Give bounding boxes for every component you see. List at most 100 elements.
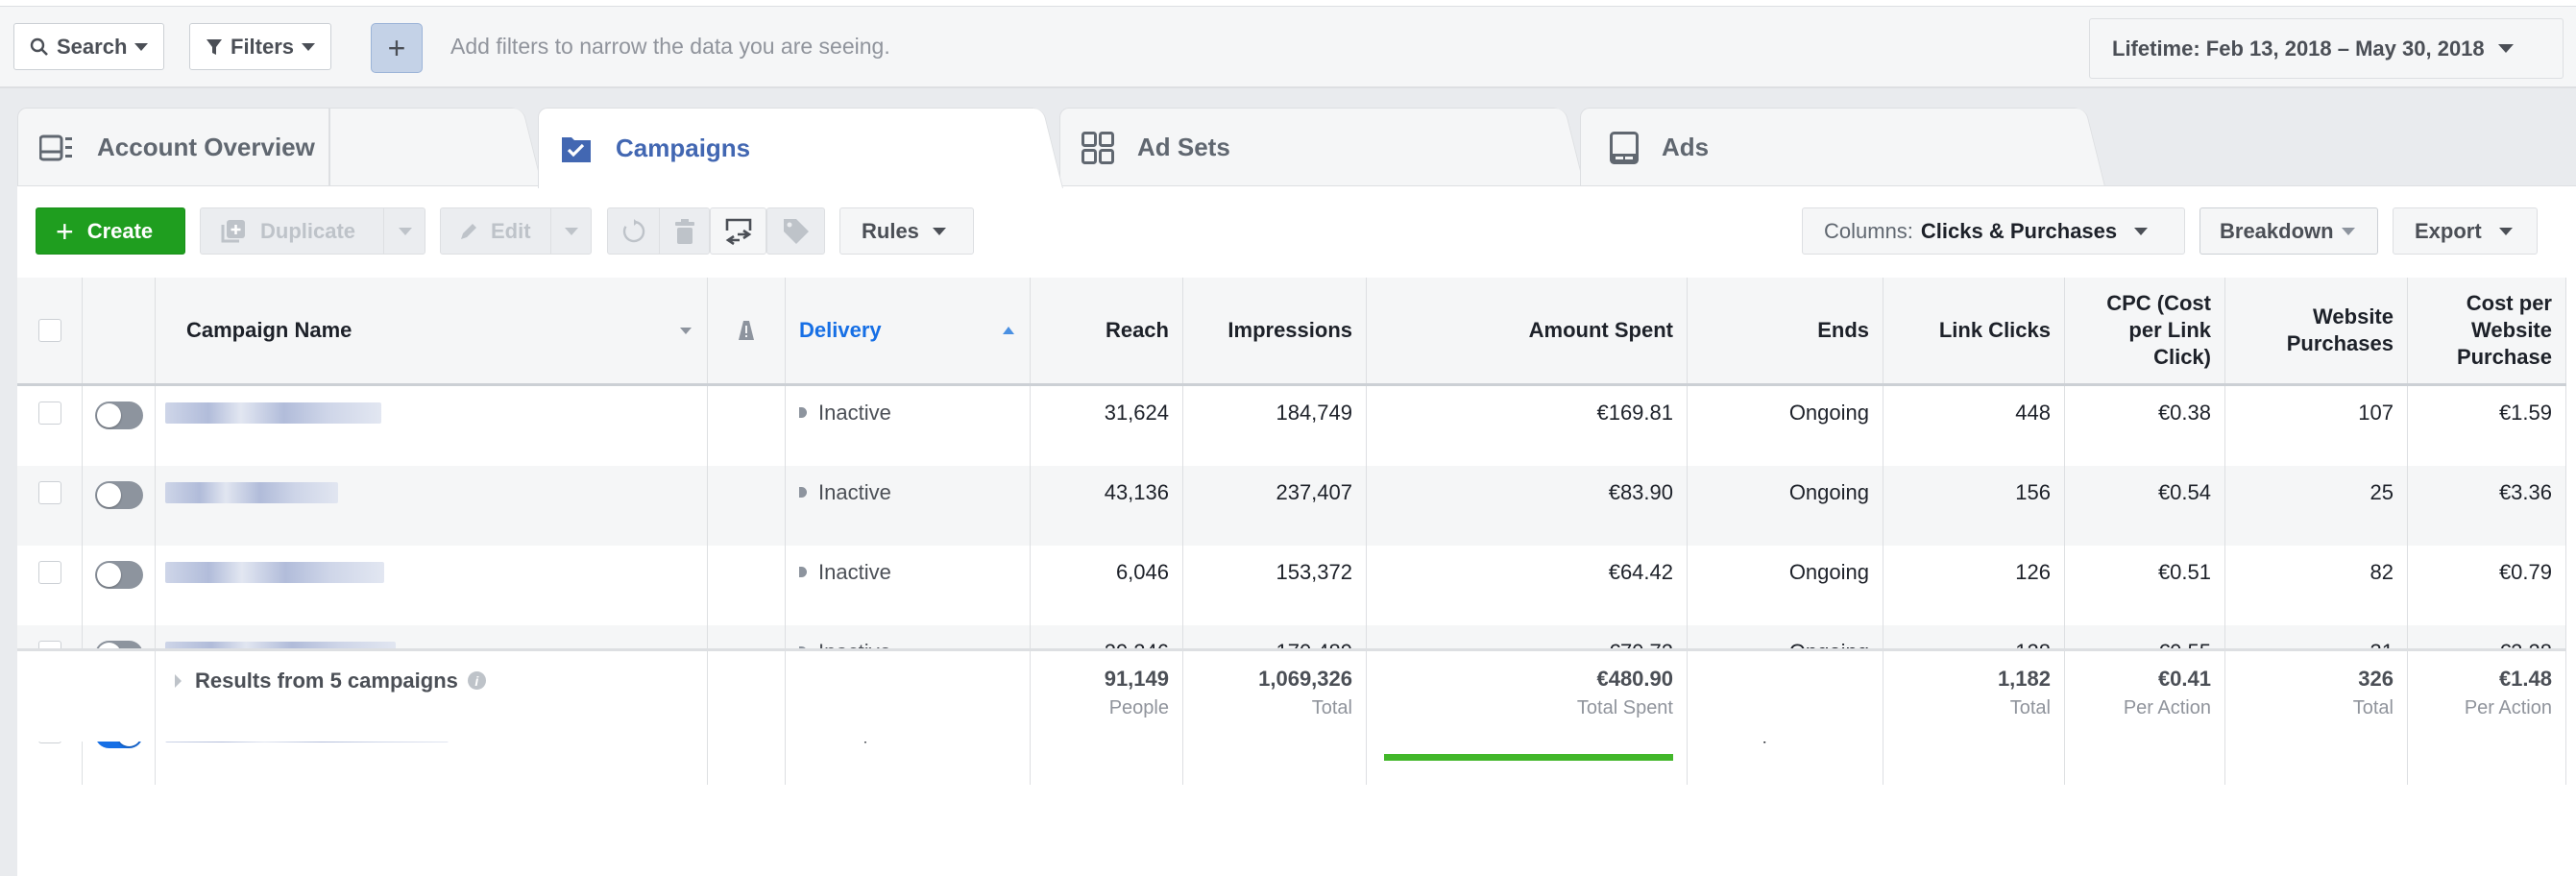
table-row[interactable]: Inactive 43,136 237,407 €83.90 Ongoing 156 €0.… [17,466,2566,546]
row-toggle-cell [83,466,156,546]
summary-reach: 91,149 People [1031,651,1183,742]
link-clicks-cell: 448 [1883,386,2065,466]
create-button[interactable]: + Create [36,207,185,255]
summary-cost-per-purchase: €1.48 Per Action [2408,651,2566,742]
campaign-name-redacted[interactable] [165,482,338,503]
campaign-name-redacted[interactable] [165,402,381,424]
columns-dropdown-button[interactable]: Columns: Clicks & Purchases [1802,207,2185,255]
duplicate-icon [221,219,245,242]
campaign-toggle[interactable] [94,561,143,589]
link-clicks-cell: 126 [1883,546,2065,625]
header-select-cell [17,278,83,383]
ends-cell: Ongoing [1688,386,1883,466]
header-cost-per-purchase[interactable]: Cost per Website Purchase [2408,278,2566,383]
chevron-down-icon[interactable] [680,327,692,334]
header-impressions[interactable]: Impressions [1183,278,1367,383]
export-label: Export [2415,218,2482,243]
summary-impressions: 1,069,326 Total [1183,651,1367,742]
header-campaign-name[interactable]: Campaign Name [156,278,708,383]
header-amount-spent[interactable]: Amount Spent [1367,278,1688,383]
delivery-status: Inactive [818,401,891,425]
header-label: Link Clicks [1938,318,2051,342]
header-label: Reach [1105,318,1169,342]
date-range-picker[interactable]: Lifetime: Feb 13, 2018 – May 30, 2018 [2089,18,2564,79]
search-icon [30,37,48,56]
rules-dropdown-button[interactable]: Rules [839,207,974,255]
purchases-cell: 107 [2225,386,2408,466]
table-row[interactable]: Inactive 31,624 184,749 €169.81 Ongoing 448 €0… [17,386,2566,466]
summary-link-clicks: 1,182 Total [1883,651,2065,742]
header-link-clicks[interactable]: Link Clicks [1883,278,2065,383]
delivery-cell: Inactive [786,386,1031,466]
chevron-down-icon [2498,227,2513,235]
header-delivery[interactable]: Delivery [786,278,1031,383]
row-toggle-cell [83,386,156,466]
select-all-checkbox[interactable] [37,319,61,342]
row-checkbox[interactable] [37,481,61,504]
summary-purchases: 326 Total [2225,651,2408,742]
status-dot-icon [799,567,807,577]
purchases-cell: 25 [2225,466,2408,546]
search-dropdown-button[interactable]: Search [13,23,165,70]
refresh-button[interactable] [608,208,659,254]
campaign-name-cell[interactable] [156,466,708,546]
header-ends[interactable]: Ends [1688,278,1883,383]
impressions-cell: 153,372 [1183,546,1367,625]
reach-cell: 43,136 [1031,466,1183,546]
campaign-name-cell[interactable] [156,386,708,466]
ab-test-button[interactable] [710,207,766,255]
tab-campaigns[interactable]: Campaigns [538,108,1063,188]
date-range-label: Lifetime: Feb 13, 2018 – May 30, 2018 [2112,36,2485,61]
campaign-name-redacted[interactable] [165,562,384,583]
trash-icon [675,218,694,244]
tag-button[interactable] [766,207,825,255]
delete-button[interactable] [659,208,710,254]
info-icon[interactable]: i [467,671,486,690]
table-header-row: Campaign Name Delivery Reach Impressions… [17,278,2566,386]
summary-label-cell: Results from 5 campaigns i [156,651,708,742]
refresh-icon [622,218,644,242]
amount-spent-cell: €83.90 [1367,466,1688,546]
add-filter-button[interactable]: + [371,23,423,73]
duplicate-menu-button[interactable] [383,208,425,254]
campaign-toggle[interactable] [94,481,143,509]
campaign-name-cell[interactable] [156,546,708,625]
filter-bar: Search Filters + Add filters to narrow t… [0,7,2576,88]
header-warning-cell [708,278,786,383]
tab-ad-sets[interactable]: Ad Sets [1059,108,1585,186]
pencil-icon [461,223,476,239]
rules-label: Rules [862,218,919,243]
export-dropdown-button[interactable]: Export [2393,207,2538,255]
campaign-toggle[interactable] [94,402,143,429]
chevron-down-icon [2134,227,2149,235]
tab-account-overview[interactable]: Account Overview [17,108,543,186]
reach-cell: 31,624 [1031,386,1183,466]
row-checkbox[interactable] [37,561,61,584]
edit-menu-button[interactable] [550,208,592,254]
table-row[interactable]: Inactive 6,046 153,372 €64.42 Ongoing 126 €0.5… [17,546,2566,625]
row-checkbox[interactable] [37,402,61,425]
summary-amount-spent: €480.90 Total Spent [1367,651,1688,742]
sort-ascending-icon [1003,327,1014,334]
header-label: Impressions [1227,318,1352,342]
filters-dropdown-button[interactable]: Filters [189,23,332,70]
header-label: CPC (Cost per Link Click) [2106,291,2211,369]
chevron-down-icon [2341,227,2355,235]
duplicate-label: Duplicate [260,218,356,243]
header-label: Delivery [799,318,882,342]
amount-spent-cell: €169.81 [1367,386,1688,466]
duplicate-button[interactable]: Duplicate [200,207,425,255]
expand-triangle-icon[interactable] [175,674,182,688]
header-website-purchases[interactable]: Website Purchases [2225,278,2408,383]
plus-icon: + [387,30,406,65]
filter-hint: Add filters to narrow the data you are s… [450,34,890,59]
header-cpc[interactable]: CPC (Cost per Link Click) [2065,278,2225,383]
edit-button[interactable]: Edit [440,207,592,255]
header-reach[interactable]: Reach [1031,278,1183,383]
amount-spent-cell: €64.42 [1367,546,1688,625]
tab-ads[interactable]: Ads [1580,108,2105,186]
funnel-icon [207,38,222,55]
breakdown-dropdown-button[interactable]: Breakdown [2199,207,2378,255]
chevron-down-icon [932,227,946,235]
ends-cell: Ongoing [1688,546,1883,625]
